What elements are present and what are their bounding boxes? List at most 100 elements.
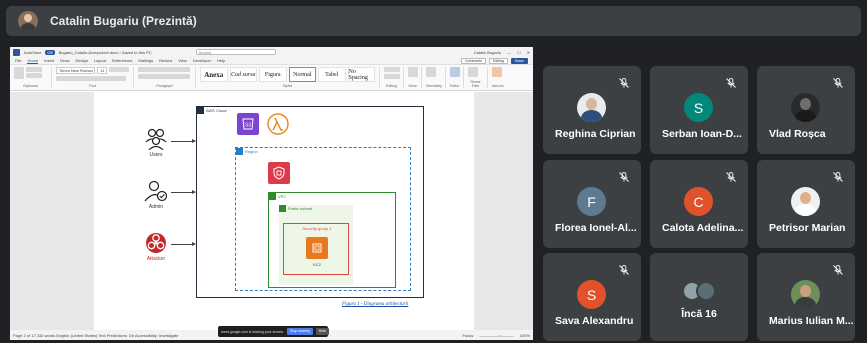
mic-off-icon	[618, 76, 630, 88]
avatar	[791, 280, 820, 309]
ribbon-group-reuse: Reuse Files	[468, 67, 488, 88]
aws-cloud-boundary: AWS Cloud S3 Region VPC Public subnet Se…	[196, 106, 424, 298]
actor-users-label: Users	[149, 152, 163, 158]
security-group-boundary: Security group 1 EC2	[283, 223, 349, 275]
menu-tab-mailings[interactable]: Mailings	[138, 58, 153, 63]
ribbon-group-label: Add-ins	[492, 84, 504, 88]
participant-tile[interactable]: Vlad Roșca	[757, 66, 855, 154]
avatar	[577, 93, 606, 122]
avatar: F	[577, 187, 606, 216]
firewall-icon	[273, 166, 285, 180]
style-tabel[interactable]: Tabel	[318, 67, 346, 82]
style-no-spacing[interactable]: No Spacing	[347, 67, 375, 82]
editor-icon[interactable]	[450, 67, 460, 77]
admin-icon	[144, 180, 168, 202]
menu-tab-home[interactable]: Home	[27, 58, 39, 64]
mic-off-icon	[618, 263, 630, 275]
participant-tile[interactable]: Încă 16	[650, 253, 748, 341]
hide-banner-button[interactable]: Hide	[315, 328, 329, 335]
svg-text:S3: S3	[245, 123, 251, 129]
aws-cloud-tag: AWS Cloud	[197, 107, 227, 114]
mic-off-icon	[618, 170, 630, 182]
document-page[interactable]: Users Admin Attacker AWS Cloud S3 Region…	[94, 92, 474, 330]
vpc-boundary: VPC Public subnet Security group 1 EC2	[268, 192, 396, 288]
participant-tile[interactable]: Reghina Ciprian	[543, 66, 641, 154]
more-participants-avatars	[682, 281, 716, 301]
editing-mode-button[interactable]: Editing	[488, 57, 508, 64]
ribbon-group-styles: Anexa Cod sursa Figura Normal Tabel No Spacin…	[200, 67, 380, 88]
menu-tab-insert[interactable]: Insert	[44, 58, 54, 63]
menu-tab-references[interactable]: References	[112, 58, 132, 63]
word-search-box[interactable]: Search	[195, 49, 276, 55]
share-button[interactable]: Share	[510, 57, 528, 64]
participant-tile[interactable]: F Florea Ionel-Al...	[543, 160, 641, 248]
menu-tab-review[interactable]: Review	[159, 58, 172, 63]
window-close-icon[interactable]: ✕	[527, 50, 530, 55]
ribbon-group-label: Paragraph	[156, 84, 173, 88]
menu-tab-layout[interactable]: Layout	[94, 58, 106, 63]
mic-off-icon	[725, 76, 737, 88]
screen-share-banner: meet.google.com is sharing your screen. …	[218, 326, 329, 337]
participant-tile[interactable]: S Serban Ioan-D...	[650, 66, 748, 154]
avatar: C	[684, 187, 713, 216]
menu-tab-design[interactable]: Design	[75, 58, 87, 63]
participant-tile[interactable]: S Sava Alexandru	[543, 253, 641, 341]
arrow-users	[171, 139, 196, 143]
sensitivity-icon[interactable]	[426, 67, 436, 77]
arrow-admin	[171, 190, 196, 194]
comments-button[interactable]: Comments	[461, 57, 486, 64]
reuse-files-icon[interactable]	[468, 67, 478, 77]
autosave-state[interactable]: Off	[45, 49, 55, 55]
meet-window: Catalin Bugariu (Prezintă) AutoSave Off …	[0, 0, 867, 343]
participant-name: Florea Ionel-Al...	[555, 222, 637, 234]
window-maximize-icon[interactable]: ☐	[517, 50, 521, 55]
window-minimize-icon[interactable]: —	[507, 50, 511, 55]
addins-icon[interactable]	[492, 67, 502, 77]
document-area[interactable]: Users Admin Attacker AWS Cloud S3 Region…	[10, 92, 533, 330]
style-cod-sursa[interactable]: Cod sursa	[229, 67, 257, 82]
participant-tile[interactable]: C Calota Adelina...	[650, 160, 748, 248]
s3-icon: S3	[242, 118, 254, 130]
menu-tab-help[interactable]: Help	[217, 58, 225, 63]
menu-tab-developer[interactable]: Developer	[193, 58, 211, 63]
public-subnet-tag: Public subnet	[279, 205, 312, 212]
ribbon-group-editor: Editor	[450, 67, 464, 88]
ribbon-group-editing: Editing	[384, 67, 404, 88]
ec2-service	[306, 237, 328, 259]
participant-tile[interactable]: Petrisor Marian	[757, 160, 855, 248]
region-boundary: Region VPC Public subnet Security group …	[235, 147, 411, 291]
actor-attacker-label: Attacker	[146, 256, 166, 262]
style-normal[interactable]: Normal	[288, 67, 316, 82]
word-user-name[interactable]: Catalin Bugariu	[474, 50, 501, 55]
lambda-service	[267, 113, 289, 135]
font-name-select[interactable]: Times New Roman	[56, 67, 96, 74]
arrow-attacker	[171, 242, 196, 246]
ribbon-group-label: Clipboard	[23, 84, 38, 88]
public-subnet-icon	[279, 205, 286, 212]
ribbon-group-addins: Add-ins	[492, 67, 508, 88]
menu-tab-file[interactable]: File	[15, 58, 21, 63]
zoom-level[interactable]: 100%	[520, 333, 530, 338]
dictate-icon[interactable]	[408, 67, 418, 77]
zoom-slider[interactable]: —————○———	[479, 333, 513, 338]
biohazard-icon	[146, 233, 166, 253]
stop-sharing-button[interactable]: Stop sharing	[287, 328, 313, 335]
style-anexa[interactable]: Anexa	[200, 67, 228, 82]
lambda-icon	[267, 113, 289, 135]
style-figura[interactable]: Figura	[259, 67, 287, 82]
autosave-label[interactable]: AutoSave	[24, 50, 41, 55]
shared-screen[interactable]: AutoSave Off Bugariu_Catalin-Acreproiect…	[10, 47, 533, 340]
document-title: Bugariu_Catalin-Acreproiect.docx • Saved…	[58, 49, 152, 55]
mic-off-icon	[832, 263, 844, 275]
word-title-bar: AutoSave Off Bugariu_Catalin-Acreproiect…	[10, 47, 533, 57]
ribbon-group-label: Voice	[408, 84, 417, 88]
menu-tab-draw[interactable]: Draw	[60, 58, 69, 63]
font-size-select[interactable]: 11	[97, 67, 108, 74]
more-participants-label[interactable]: Încă 16	[650, 308, 748, 320]
paste-icon[interactable]	[14, 67, 24, 79]
participant-tile[interactable]: Marius Iulian M...	[757, 253, 855, 341]
menu-tab-view[interactable]: View	[178, 58, 187, 63]
participant-name: Marius Iulian M...	[769, 315, 854, 327]
focus-button[interactable]: Focus	[462, 333, 473, 338]
ribbon-group-label: Sensitivity	[426, 84, 442, 88]
